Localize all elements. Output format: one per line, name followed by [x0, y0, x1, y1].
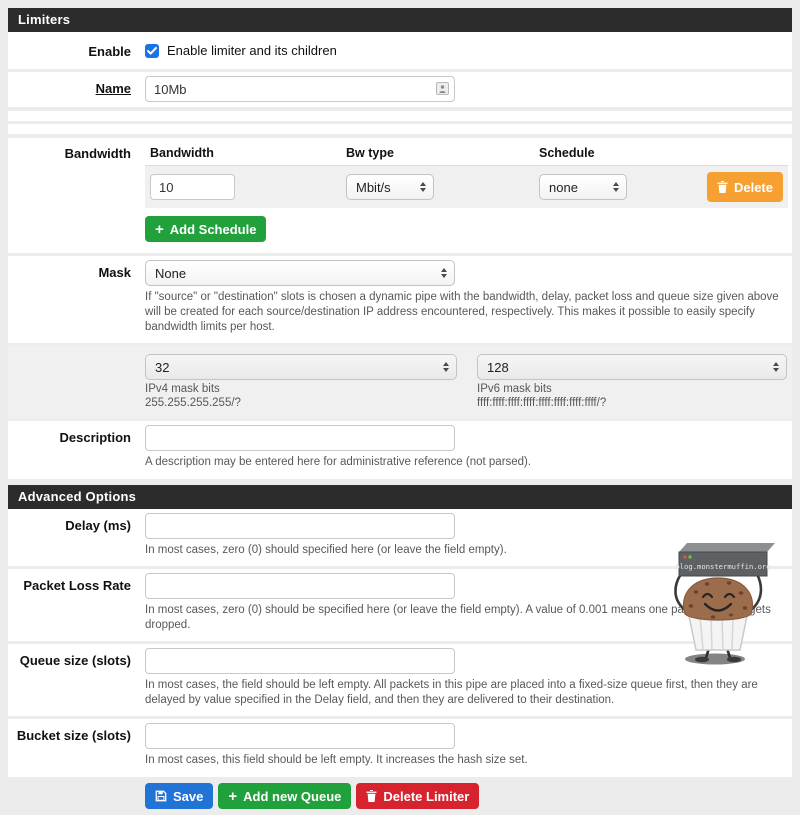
- description-label: Description: [8, 421, 145, 475]
- advanced-options-header: Advanced Options: [8, 485, 792, 509]
- form-actions: Save Add new Queue Delete Limiter: [145, 783, 800, 815]
- empty-row: [8, 124, 792, 134]
- enable-row: Enable Enable limiter and its children: [8, 32, 792, 69]
- delay-input[interactable]: [145, 513, 455, 539]
- delay-label: Delay (ms): [8, 509, 145, 563]
- packet-loss-label: Packet Loss Rate: [8, 569, 145, 638]
- col-schedule: Schedule: [539, 146, 788, 160]
- select-arrows-icon: [443, 362, 449, 372]
- queue-size-input[interactable]: [145, 648, 455, 674]
- add-new-queue-button[interactable]: Add new Queue: [218, 783, 351, 809]
- mask-help: If "source" or "destination" slots is ch…: [145, 290, 788, 335]
- add-schedule-button[interactable]: Add Schedule: [145, 216, 266, 242]
- ipv6-mask-select[interactable]: 128: [477, 354, 787, 380]
- enable-checkbox[interactable]: [145, 44, 159, 58]
- save-button[interactable]: Save: [145, 783, 213, 809]
- bucket-size-input[interactable]: [145, 723, 455, 749]
- queue-size-label: Queue size (slots): [8, 644, 145, 713]
- select-arrows-icon: [420, 182, 426, 192]
- bucket-size-row: Bucket size (slots) In most cases, this …: [8, 719, 792, 777]
- bandwidth-input[interactable]: [150, 174, 235, 200]
- ipv4-mask-help: IPv4 mask bits 255.255.255.255/?: [145, 382, 477, 410]
- ipv6-mask-help: IPv6 mask bits ffff:ffff:ffff:ffff:ffff:…: [477, 382, 787, 410]
- queue-size-help: In most cases, the field should be left …: [145, 678, 788, 708]
- trash-icon: [366, 790, 377, 802]
- limiters-panel-header: Limiters: [8, 8, 792, 32]
- select-arrows-icon: [613, 182, 619, 192]
- delete-limiter-button[interactable]: Delete Limiter: [356, 783, 479, 809]
- name-input[interactable]: [145, 76, 455, 102]
- schedule-select[interactable]: none: [539, 174, 627, 200]
- col-bw-type: Bw type: [346, 146, 539, 160]
- description-row: Description A description may be entered…: [8, 421, 792, 479]
- delay-help: In most cases, zero (0) should specified…: [145, 543, 788, 558]
- plus-icon: [228, 789, 237, 804]
- packet-loss-row: Packet Loss Rate In most cases, zero (0)…: [8, 569, 792, 641]
- description-help: A description may be entered here for ad…: [145, 455, 788, 470]
- col-bandwidth: Bandwidth: [150, 146, 346, 160]
- bucket-size-help: In most cases, this field should be left…: [145, 753, 788, 768]
- bandwidth-table-header: Bandwidth Bw type Schedule: [145, 143, 788, 166]
- enable-checkbox-label[interactable]: Enable limiter and its children: [167, 43, 337, 58]
- bandwidth-row: Bandwidth Bandwidth Bw type Schedule Mbi…: [8, 138, 792, 253]
- mask-row: Mask None If "source" or "destination" s…: [8, 256, 792, 343]
- ipv4-mask-select[interactable]: 32: [145, 354, 457, 380]
- name-row: Name: [8, 72, 792, 107]
- select-arrows-icon: [773, 362, 779, 372]
- bw-type-select[interactable]: Mbit/s: [346, 174, 434, 200]
- mask-select[interactable]: None: [145, 260, 455, 286]
- trash-icon: [717, 181, 728, 193]
- queue-size-row: Queue size (slots) In most cases, the fi…: [8, 644, 792, 716]
- bucket-size-label: Bucket size (slots): [8, 719, 145, 773]
- empty-row: [8, 111, 792, 121]
- bandwidth-label: Bandwidth: [8, 141, 145, 247]
- packet-loss-input[interactable]: [145, 573, 455, 599]
- bandwidth-table-row: Mbit/s none Delete: [145, 166, 788, 208]
- save-icon: [155, 790, 167, 802]
- autofill-icon[interactable]: [436, 82, 449, 95]
- advanced-options-panel: Advanced Options Delay (ms) In most case…: [8, 485, 792, 777]
- limiters-panel: Limiters Enable Enable limiter and its c…: [8, 8, 792, 479]
- check-icon: [147, 47, 157, 55]
- limiter-edit-page: Limiters Enable Enable limiter and its c…: [0, 0, 800, 815]
- enable-label: Enable: [8, 37, 145, 63]
- mask-bits-row: 32 IPv4 mask bits 255.255.255.255/? 128: [8, 346, 792, 419]
- delay-row: Delay (ms) In most cases, zero (0) shoul…: [8, 509, 792, 566]
- plus-icon: [155, 222, 164, 237]
- delete-bandwidth-button[interactable]: Delete: [707, 172, 783, 202]
- name-label: Name: [8, 72, 145, 107]
- mask-label: Mask: [8, 256, 145, 340]
- description-input[interactable]: [145, 425, 455, 451]
- packet-loss-help: In most cases, zero (0) should be specif…: [145, 603, 788, 633]
- select-arrows-icon: [441, 268, 447, 278]
